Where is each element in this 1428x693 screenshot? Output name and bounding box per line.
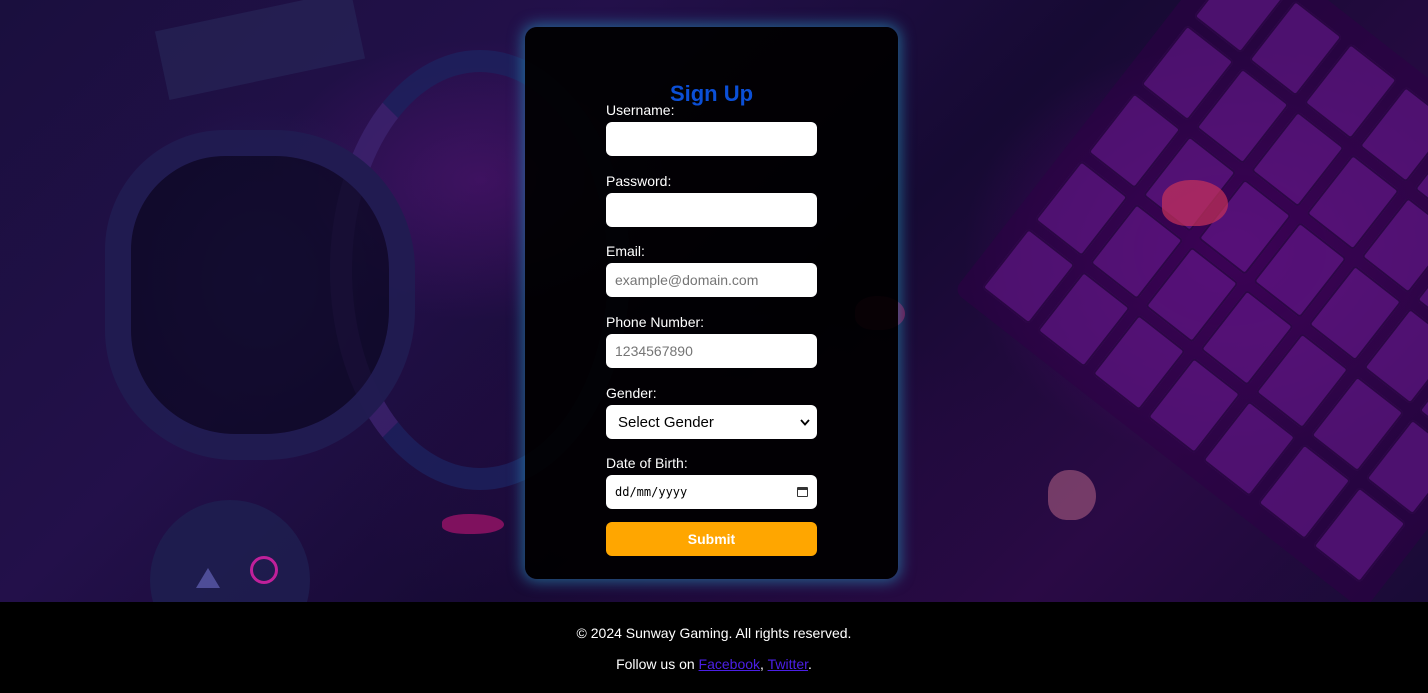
signup-card: Sign Up Username: Password: Email: Phone… — [525, 27, 898, 579]
dob-label: Date of Birth: — [606, 455, 688, 471]
phone-group: Phone Number: — [606, 313, 817, 368]
link-separator: , — [760, 656, 768, 672]
email-group: Email: — [606, 242, 817, 297]
dob-group: Date of Birth: dd/mm/yyyy — [606, 454, 817, 509]
password-input[interactable] — [606, 193, 817, 227]
bg-headset-strip — [154, 0, 366, 101]
bg-rock — [442, 514, 504, 534]
username-group: Username: — [606, 101, 817, 156]
submit-button[interactable]: Submit — [606, 522, 817, 556]
gender-select-value: Select Gender — [618, 413, 714, 431]
social-links-line: Follow us on Facebook, Twitter. — [0, 656, 1428, 672]
phone-label: Phone Number: — [606, 314, 705, 330]
bg-rock — [1162, 180, 1228, 226]
dob-placeholder: dd/mm/yyyy — [615, 485, 688, 499]
copyright-text: © 2024 Sunway Gaming. All rights reserve… — [576, 625, 852, 641]
gender-select[interactable]: Select Gender — [606, 405, 817, 439]
footer: © 2024 Sunway Gaming. All rights reserve… — [0, 602, 1428, 693]
bg-headset-earcup — [105, 130, 415, 460]
email-input[interactable] — [606, 263, 817, 297]
bg-controller-triangle — [196, 568, 220, 588]
password-group: Password: — [606, 172, 817, 227]
username-label: Username: — [606, 102, 675, 118]
bg-keyboard — [953, 0, 1428, 602]
username-input[interactable] — [606, 122, 817, 156]
chevron-down-icon — [800, 418, 810, 426]
dob-input[interactable]: dd/mm/yyyy — [606, 475, 817, 509]
follow-suffix: . — [808, 656, 812, 672]
bg-controller-circle — [250, 556, 278, 584]
phone-input[interactable] — [606, 334, 817, 368]
twitter-link[interactable]: Twitter — [768, 656, 808, 672]
password-label: Password: — [606, 173, 672, 189]
gender-label: Gender: — [606, 385, 657, 401]
email-label: Email: — [606, 243, 645, 259]
facebook-link[interactable]: Facebook — [699, 656, 760, 672]
calendar-icon[interactable] — [797, 487, 808, 497]
follow-text: Follow us on — [616, 656, 699, 672]
gender-group: Gender: Select Gender — [606, 384, 817, 439]
bg-rock — [1048, 470, 1096, 520]
bg-controller — [150, 500, 310, 602]
